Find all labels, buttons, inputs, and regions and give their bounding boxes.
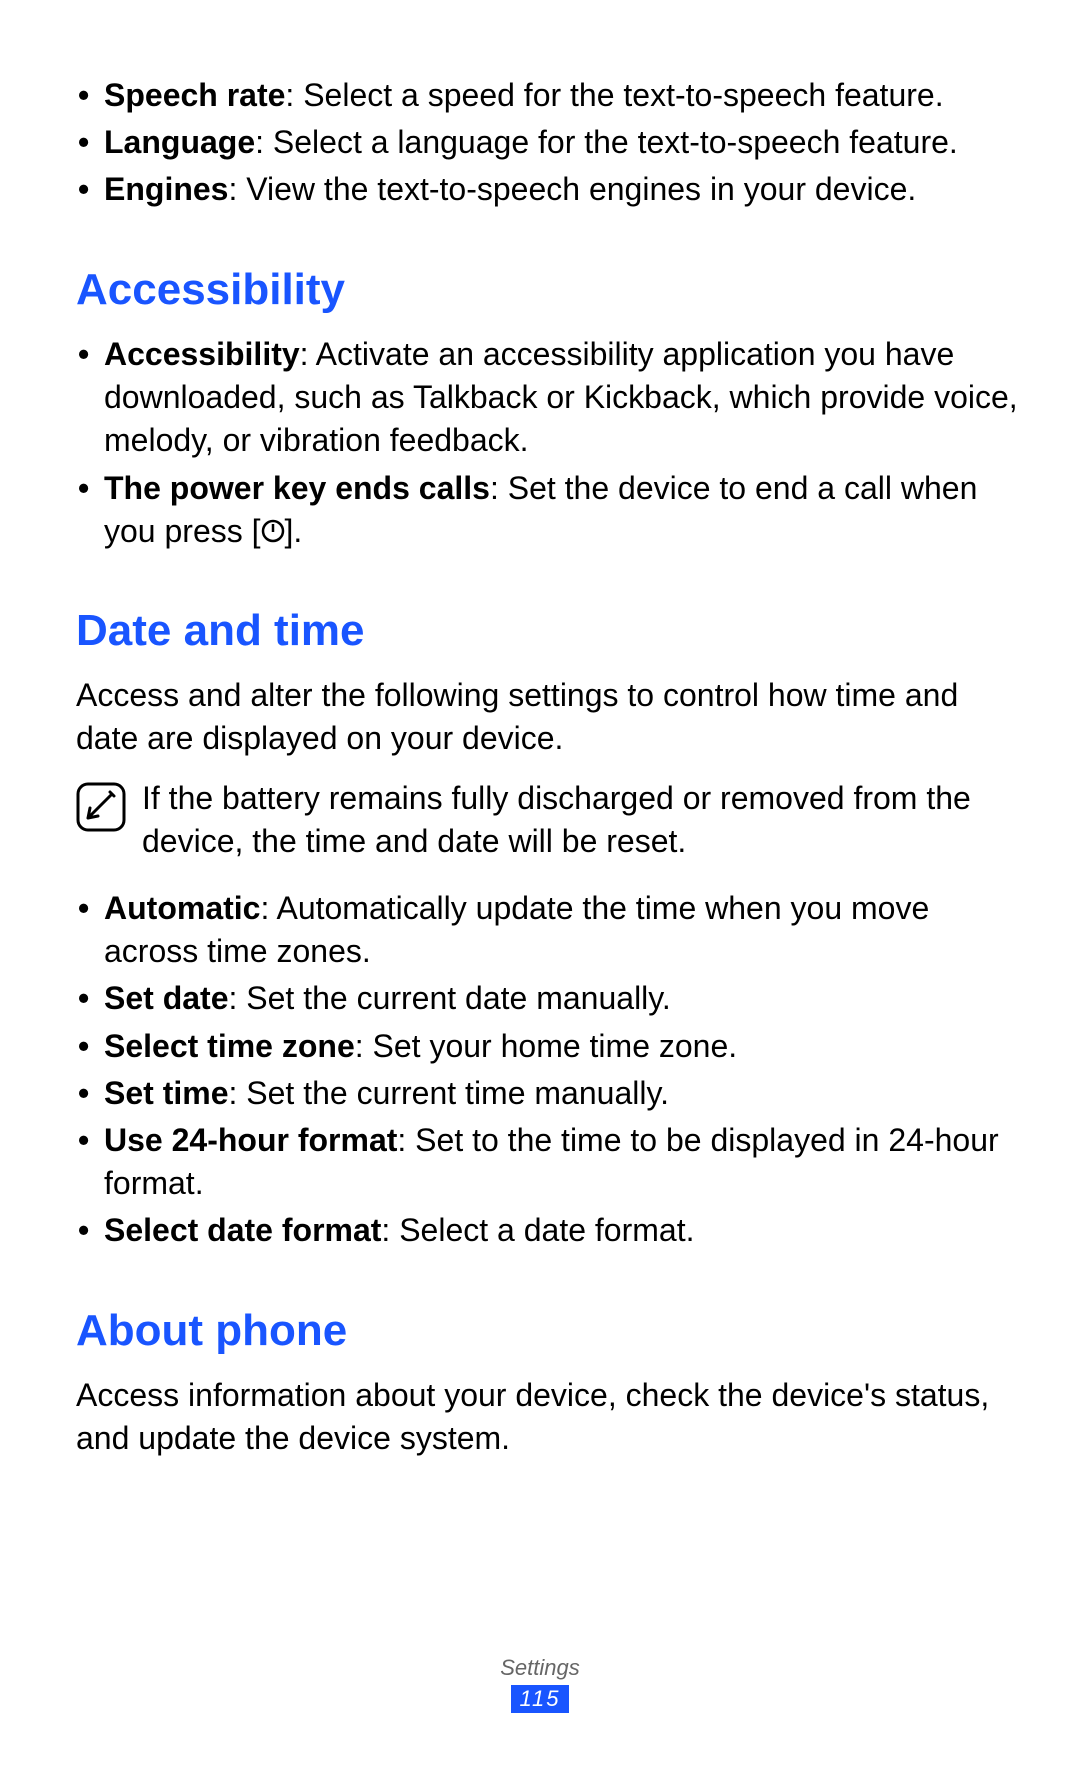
item-label: Set time <box>104 1075 228 1111</box>
item-label: Accessibility <box>104 336 300 372</box>
item-label: Set date <box>104 980 228 1016</box>
about-intro: Access information about your device, ch… <box>76 1374 1022 1460</box>
page-number: 115 <box>511 1685 568 1713</box>
heading-datetime: Date and time <box>76 601 1022 660</box>
item-label: Speech rate <box>104 77 285 113</box>
list-item: Set time: Set the current time manually. <box>76 1072 1022 1115</box>
tts-list: Speech rate: Select a speed for the text… <box>76 74 1022 212</box>
item-label: Use 24-hour format <box>104 1122 397 1158</box>
heading-accessibility: Accessibility <box>76 260 1022 319</box>
item-desc: : Select a date format. <box>381 1212 694 1248</box>
item-label: Engines <box>104 171 228 207</box>
heading-about: About phone <box>76 1301 1022 1360</box>
datetime-intro: Access and alter the following settings … <box>76 674 1022 760</box>
list-item: Engines: View the text-to-speech engines… <box>76 168 1022 211</box>
item-label: Select date format <box>104 1212 381 1248</box>
list-item: Select time zone: Set your home time zon… <box>76 1025 1022 1068</box>
item-label: Automatic <box>104 890 260 926</box>
item-label: The power key ends calls <box>104 470 490 506</box>
item-desc: : Select a language for the text-to-spee… <box>255 124 958 160</box>
item-desc: : Set your home time zone. <box>355 1028 737 1064</box>
note-icon <box>76 782 126 832</box>
item-desc: : Select a speed for the text-to-speech … <box>285 77 943 113</box>
datetime-list: Automatic: Automatically update the time… <box>76 887 1022 1253</box>
list-item: Set date: Set the current date manually. <box>76 977 1022 1020</box>
accessibility-list: Accessibility: Activate an accessibility… <box>76 333 1022 553</box>
list-item: Automatic: Automatically update the time… <box>76 887 1022 973</box>
item-desc: : View the text-to-speech engines in you… <box>228 171 916 207</box>
note-box: If the battery remains fully discharged … <box>76 777 1022 863</box>
item-desc: : Set the current date manually. <box>228 980 670 1016</box>
list-item: The power key ends calls: Set the device… <box>76 467 1022 553</box>
list-item: Accessibility: Activate an accessibility… <box>76 333 1022 463</box>
item-desc-post: ]. <box>285 513 303 549</box>
note-text: If the battery remains fully discharged … <box>142 777 1022 863</box>
list-item: Speech rate: Select a speed for the text… <box>76 74 1022 117</box>
item-desc: : Set the current time manually. <box>228 1075 668 1111</box>
item-label: Language <box>104 124 255 160</box>
page-footer: Settings 115 <box>0 1655 1080 1713</box>
list-item: Use 24-hour format: Set to the time to b… <box>76 1119 1022 1205</box>
list-item: Language: Select a language for the text… <box>76 121 1022 164</box>
item-label: Select time zone <box>104 1028 355 1064</box>
page-content: Speech rate: Select a speed for the text… <box>76 74 1022 1460</box>
footer-section-label: Settings <box>0 1655 1080 1681</box>
power-icon <box>261 519 285 543</box>
list-item: Select date format: Select a date format… <box>76 1209 1022 1252</box>
